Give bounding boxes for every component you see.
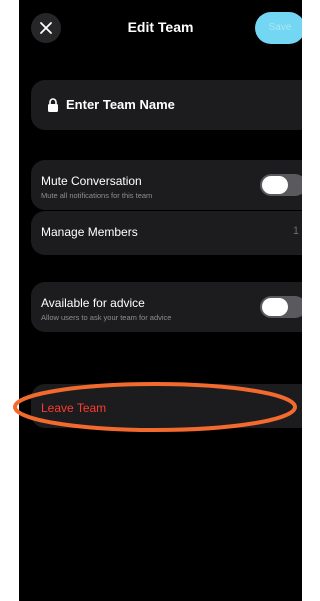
toggle-knob <box>262 298 288 316</box>
advice-title: Available for advice <box>41 296 145 310</box>
team-name-field[interactable]: Enter Team Name <box>31 80 302 130</box>
leave-team-button[interactable]: Leave Team <box>31 384 302 428</box>
edit-team-screen: Edit Team Save Enter Team Name Mute Conv… <box>19 0 302 601</box>
mute-title: Mute Conversation <box>41 174 142 188</box>
manage-members-label: Manage Members <box>41 225 138 239</box>
header: Edit Team Save <box>19 0 302 60</box>
lock-icon <box>48 98 58 112</box>
leave-team-label: Leave Team <box>41 401 107 415</box>
advice-subtitle: Allow users to ask your team for advice <box>41 313 172 322</box>
manage-members-row[interactable]: Manage Members 1 › <box>31 211 302 255</box>
team-name-placeholder: Enter Team Name <box>66 97 175 112</box>
mute-conversation-row: Mute Conversation Mute all notifications… <box>31 160 302 210</box>
mute-subtitle: Mute all notifications for this team <box>41 191 153 200</box>
save-button[interactable]: Save <box>255 12 302 44</box>
members-count: 1 <box>292 225 299 237</box>
available-for-advice-row: Available for advice Allow users to ask … <box>31 282 302 332</box>
toggle-knob <box>262 176 288 194</box>
mute-toggle[interactable] <box>260 174 302 196</box>
advice-toggle[interactable] <box>260 296 302 318</box>
